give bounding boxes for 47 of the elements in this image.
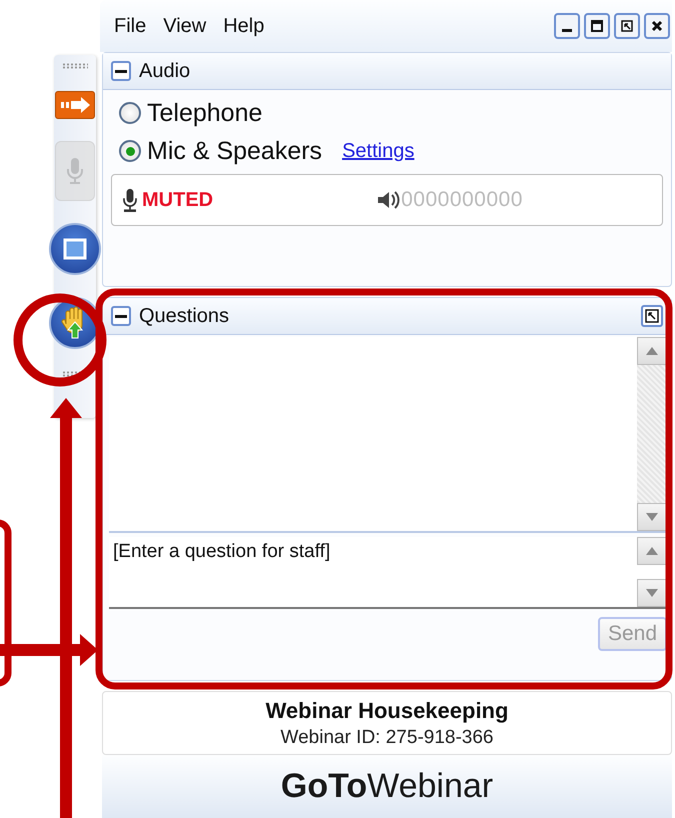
- settings-link[interactable]: Settings: [342, 140, 414, 162]
- webinar-id: Webinar ID: 275-918-366: [280, 726, 494, 748]
- scroll-down-button[interactable]: [637, 579, 667, 607]
- scroll-up-button[interactable]: [637, 537, 667, 565]
- panel-title: Questions: [139, 304, 230, 328]
- grip-icon: [62, 63, 88, 69]
- menu-item[interactable]: Help: [223, 14, 264, 38]
- close-button[interactable]: [644, 13, 670, 39]
- speaker-icon: [378, 191, 400, 209]
- minimize-icon: [562, 28, 572, 32]
- pop-out-icon: [620, 19, 634, 33]
- option-label: Telephone: [147, 98, 262, 128]
- arrow-button[interactable]: [55, 91, 95, 119]
- microphone-icon: [123, 188, 137, 212]
- up-triangle-icon: [646, 347, 658, 355]
- screen-icon: [64, 238, 86, 260]
- minimize-button[interactable]: [554, 13, 580, 39]
- scroll-down-button[interactable]: [637, 503, 667, 531]
- scroll-up-button[interactable]: [637, 337, 667, 365]
- webinar-title: Webinar Housekeeping: [266, 698, 508, 724]
- radio-button[interactable]: [119, 102, 141, 124]
- scroll-bar[interactable]: [637, 337, 667, 531]
- mute-status: MUTED: [142, 188, 214, 212]
- option-label: Mic & Speakers: [147, 136, 322, 166]
- minus-icon: [115, 314, 127, 318]
- collapse-button[interactable]: [111, 306, 131, 326]
- menu-item[interactable]: File: [114, 14, 146, 38]
- minus-icon: [115, 70, 127, 72]
- panel-title: Audio: [139, 60, 190, 82]
- down-triangle-icon: [646, 589, 658, 597]
- pop-out-button[interactable]: [614, 13, 640, 39]
- pop-out-button[interactable]: [641, 305, 663, 327]
- maximize-icon: [590, 19, 604, 33]
- arrow-icon: [61, 97, 90, 113]
- menu-item[interactable]: View: [163, 14, 206, 38]
- up-triangle-icon: [646, 547, 658, 555]
- volume-meter: 0000000000: [401, 188, 523, 212]
- radio-button[interactable]: [119, 140, 141, 162]
- raised-hand-icon: [61, 306, 84, 338]
- pop-out-icon: [645, 309, 659, 323]
- logo: GoToWebinar: [280, 767, 494, 806]
- microphone-icon: [67, 158, 83, 184]
- maximize-button[interactable]: [584, 13, 610, 39]
- down-triangle-icon: [646, 513, 658, 521]
- close-icon: [650, 19, 664, 33]
- screen-button[interactable]: [49, 223, 101, 275]
- collapse-button[interactable]: [111, 61, 131, 81]
